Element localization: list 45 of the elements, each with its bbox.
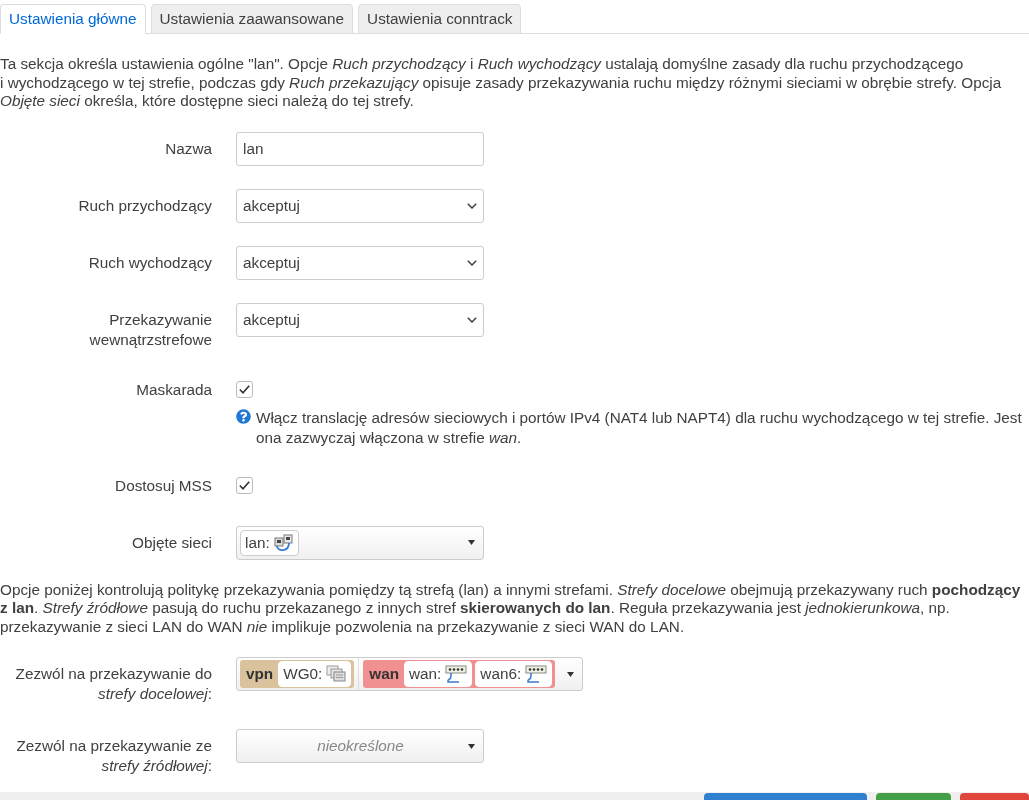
help-text: Włącz translację adresów sieciowych i portów IPv4 (NAT4 lub NAPT4) dla ruchu wychodzącego w tej strefie. Jest ona zazwyczaj włączona w strefie wan.: [256, 407, 1023, 448]
network-name: lan:: [245, 533, 270, 552]
field-label: Maskarada: [135, 379, 212, 400]
checkbox[interactable]: [236, 381, 253, 398]
network-name: wan6:: [480, 665, 522, 683]
tab[interactable]: Ustawienia główne: [0, 4, 146, 34]
select-field[interactable]: akceptuj: [236, 302, 484, 337]
caret-down-icon: [468, 540, 475, 545]
help-icon: [236, 408, 251, 424]
checkmark-icon: [239, 481, 250, 490]
tab[interactable]: Ustawienia zaawansowane: [150, 4, 354, 34]
zone-name: wan: [369, 665, 400, 683]
ethernet-port-icon: [525, 665, 548, 683]
chevron-down-icon: [467, 202, 477, 209]
forwarding-description: Opcje poniżej kontrolują politykę przekazywania pomiędzy tą strefą (lan) a innymi strefami. Strefy docelowe obejmują przekazywany ruch pochodzący z lan. Strefy źródłowe pasują do ruchu przekazanego z innych stref skierowanych do lan. Reguła przekazywania jest jednokierunkowa, np. przekazywanie z sieci LAN do WAN nie implikuje pozwolenia na przekazywanie z sieci WAN do LAN.: [0, 580, 1022, 636]
network-ports-icon: [273, 533, 294, 552]
action-button[interactable]: [876, 793, 951, 800]
caret-down-icon: [567, 671, 575, 677]
network-name: WG0:: [283, 665, 323, 683]
select-field[interactable]: akceptuj: [236, 245, 484, 280]
field-label: Przekazywanie wewnątrzstrefowe: [88, 309, 212, 350]
zone-dropdown[interactable]: vpn WG0: wan wan: wan6:: [236, 657, 584, 691]
select-field[interactable]: akceptuj: [236, 188, 484, 223]
zone-name: vpn: [246, 665, 274, 683]
field-label: Ruch przychodzący: [77, 195, 212, 216]
field-label: Dostosuj MSS: [114, 475, 212, 496]
action-button[interactable]: [704, 793, 867, 800]
field-label: Objęte sieci: [131, 532, 212, 553]
checkmark-icon: [239, 385, 250, 394]
field-label: Zezwól na przekazywanie ze strefy źródłowej:: [15, 736, 212, 776]
field-label: Ruch wychodzący: [87, 252, 212, 273]
tab[interactable]: Ustawienia conntrack: [358, 4, 522, 34]
text-input[interactable]: lan: [236, 131, 484, 166]
stacked-windows-icon: [326, 665, 347, 683]
action-button[interactable]: [960, 793, 1029, 800]
network-dropdown[interactable]: lan:: [236, 525, 484, 560]
section-description: Ta sekcja określa ustawienia ogólne "lan". Opcje Ruch przychodzący i Ruch wychodzący ustalają domyślne zasady dla ruchu przychodzącego i wychodzącego w tej strefie, podczas gdy Ruch przekazujący opisuje zasady przekazywania ruchu między różnymi sieciami w obrębie strefy. Opcja Objęte sieci określa, które dostępne sieci należą do tej strefy.: [0, 55, 1003, 111]
field-label: Nazwa: [164, 138, 212, 159]
field-label: Zezwól na przekazywanie do strefy docelowej:: [14, 664, 212, 704]
ethernet-port-icon: [445, 665, 468, 683]
chevron-down-icon: [467, 259, 477, 266]
caret-down-icon: [468, 743, 475, 749]
network-name: wan:: [409, 665, 442, 683]
chevron-down-icon: [467, 316, 477, 323]
checkbox[interactable]: [236, 477, 253, 494]
